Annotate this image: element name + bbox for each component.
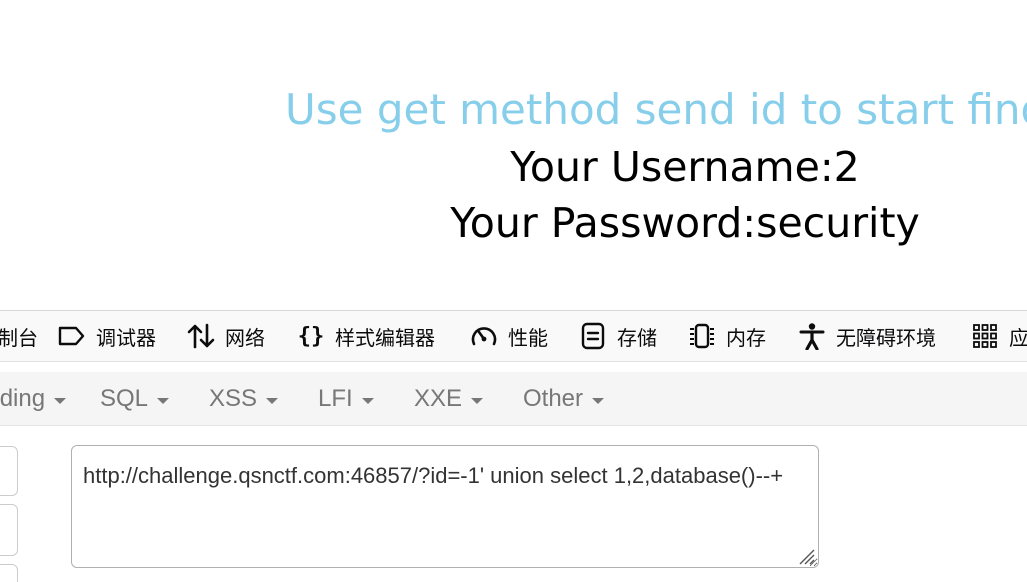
menu-label: SQL (100, 385, 149, 412)
caret-down-icon (361, 397, 374, 404)
load-url-button[interactable] (0, 446, 18, 496)
caret-down-icon (592, 397, 605, 404)
tab-label: 应用程序 (1009, 325, 1027, 350)
caret-down-icon (471, 397, 484, 404)
caret-down-icon (54, 397, 67, 404)
password-result: Your Password:security (450, 199, 920, 247)
debugger-icon (58, 322, 86, 350)
execute-button[interactable] (0, 564, 18, 582)
tab-debugger[interactable]: 调试器 (58, 311, 156, 361)
tab-label: 控制台 (0, 325, 38, 350)
menu-lfi[interactable]: LFI (318, 372, 374, 425)
performance-icon (470, 322, 498, 350)
caret-down-icon (157, 397, 170, 404)
tab-performance[interactable]: 性能 (470, 311, 548, 361)
menu-label: Encoding (0, 385, 46, 412)
menu-label: XXE (414, 385, 463, 412)
page-headline: Use get method send id to start find fla… (285, 85, 1027, 134)
menu-label: LFI (318, 385, 353, 412)
tab-network[interactable]: 网络 (187, 311, 265, 361)
menu-sql[interactable]: SQL (100, 372, 170, 425)
tab-label: 内存 (726, 325, 766, 350)
memory-icon (688, 322, 716, 350)
tab-label: 存储 (617, 325, 657, 350)
tab-style-editor[interactable]: {} 样式编辑器 (297, 311, 435, 361)
tab-label: 无障碍环境 (836, 325, 936, 350)
resize-grip-icon[interactable] (796, 546, 816, 566)
tab-label: 样式编辑器 (335, 325, 435, 350)
tab-storage[interactable]: 存储 (579, 311, 657, 361)
tab-application[interactable]: 应用程序 (971, 311, 1027, 361)
menu-other[interactable]: Other (523, 372, 605, 425)
menu-encoding[interactable]: Encoding (0, 372, 67, 425)
tab-memory[interactable]: 内存 (688, 311, 766, 361)
url-textarea[interactable]: http://challenge.qsnctf.com:46857/?id=-1… (71, 445, 819, 568)
tab-label: 性能 (508, 325, 548, 350)
username-result: Your Username:2 (510, 143, 860, 191)
storage-icon (579, 322, 607, 350)
application-icon (971, 322, 999, 350)
tab-label: 网络 (225, 325, 265, 350)
network-icon (187, 322, 215, 350)
devtools-toolbar: 控制台 调试器 网络 {} 样式编辑器 性能 存储 内存 (0, 310, 1027, 362)
style-editor-icon: {} (297, 323, 325, 349)
menu-label: XSS (209, 385, 258, 412)
menu-label: Other (523, 385, 584, 412)
hackbar-menu: Encoding SQL XSS LFI XXE Other (0, 372, 1027, 426)
hackbar-body: http://challenge.qsnctf.com:46857/?id=-1… (0, 426, 1027, 582)
menu-xss[interactable]: XSS (209, 372, 279, 425)
tab-console[interactable]: 控制台 (0, 311, 38, 361)
accessibility-icon (798, 322, 826, 350)
page-content: Use get method send id to start find fla… (0, 0, 1027, 310)
tab-accessibility[interactable]: 无障碍环境 (798, 311, 936, 361)
tab-label: 调试器 (96, 325, 156, 350)
split-url-button[interactable] (0, 504, 18, 556)
caret-down-icon (266, 397, 279, 404)
menu-xxe[interactable]: XXE (414, 372, 484, 425)
